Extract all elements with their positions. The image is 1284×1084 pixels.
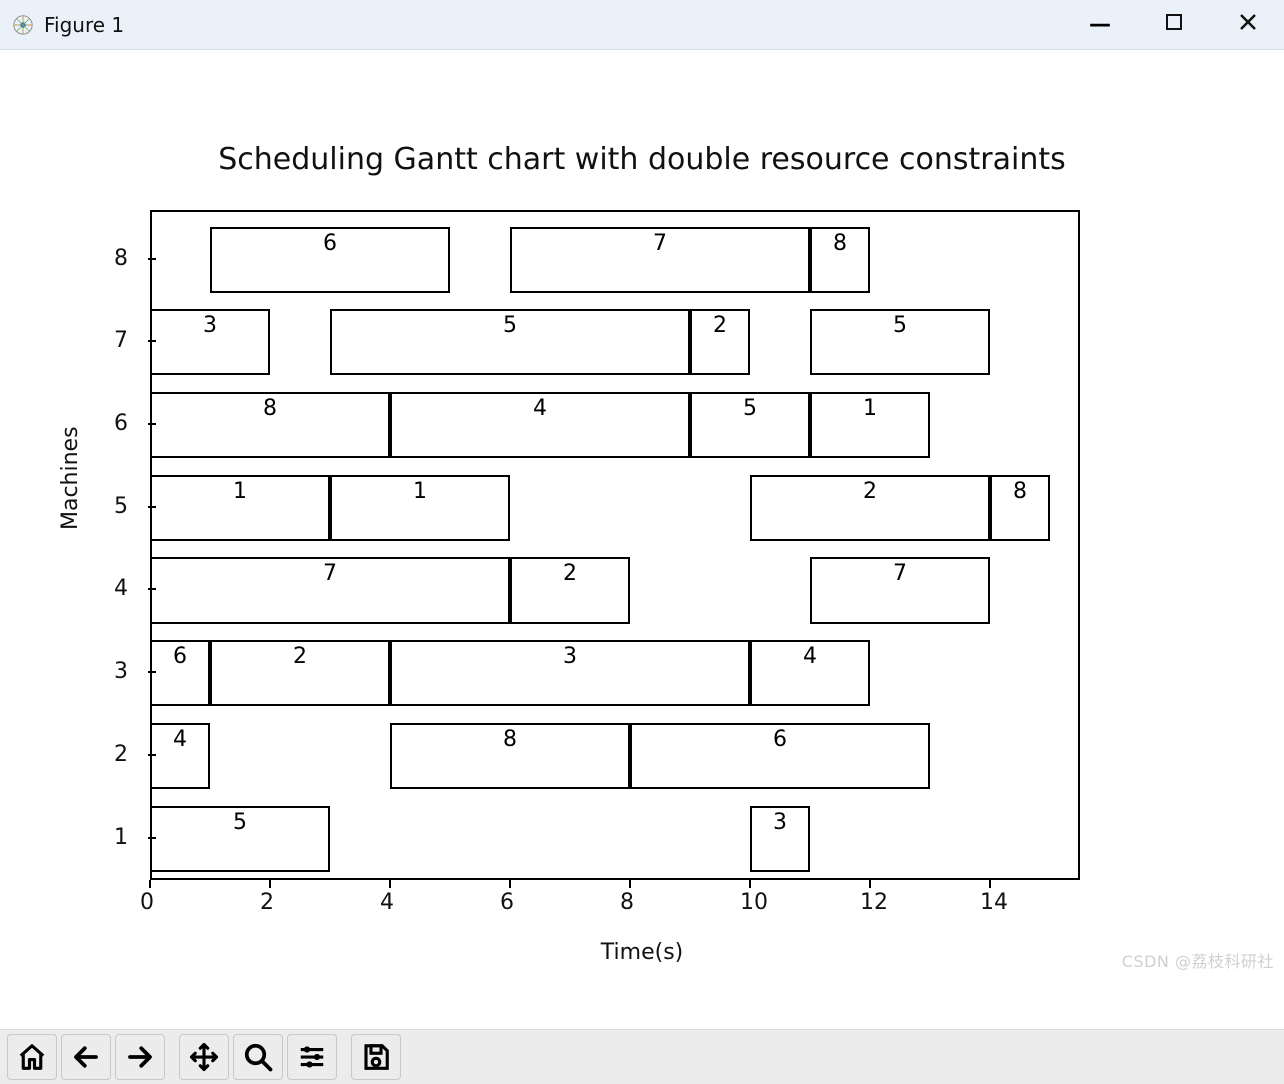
- arrow-left-icon: [71, 1042, 101, 1072]
- y-tick: 3: [114, 659, 128, 684]
- task-label: 1: [233, 479, 247, 504]
- task-label: 5: [743, 396, 757, 421]
- gantt-task: 4: [390, 392, 690, 458]
- task-label: 4: [533, 396, 547, 421]
- task-label: 1: [413, 479, 427, 504]
- window-titlebar: Figure 1 —: [0, 0, 1284, 50]
- task-label: 7: [893, 561, 907, 586]
- x-tick: 10: [740, 890, 768, 915]
- home-icon: [17, 1042, 47, 1072]
- gantt-task: 5: [690, 392, 810, 458]
- task-label: 8: [503, 727, 517, 752]
- gantt-task: 7: [150, 557, 510, 623]
- gantt-task: 3: [150, 309, 270, 375]
- gantt-task: 2: [210, 640, 390, 706]
- task-label: 7: [653, 231, 667, 256]
- task-label: 2: [713, 313, 727, 338]
- x-tick: 4: [380, 890, 394, 915]
- y-tick: 2: [114, 742, 128, 767]
- gantt-task: 5: [150, 806, 330, 872]
- zoom-icon: [243, 1042, 273, 1072]
- y-tick: 6: [114, 411, 128, 436]
- y-tick: 7: [114, 328, 128, 353]
- zoom-button[interactable]: [233, 1034, 283, 1080]
- task-label: 5: [233, 810, 247, 835]
- gantt-task: 1: [330, 475, 510, 541]
- x-axis-label: Time(s): [0, 940, 1284, 965]
- app-icon: [12, 14, 34, 36]
- gantt-task: 7: [510, 227, 810, 293]
- task-label: 2: [863, 479, 877, 504]
- y-tick: 5: [114, 494, 128, 519]
- move-icon: [189, 1042, 219, 1072]
- y-tick: 1: [114, 825, 128, 850]
- task-label: 4: [803, 644, 817, 669]
- gantt-task: 6: [150, 640, 210, 706]
- gantt-task: 2: [690, 309, 750, 375]
- close-button[interactable]: [1234, 12, 1262, 37]
- save-button[interactable]: [351, 1034, 401, 1080]
- gantt-task: 4: [750, 640, 870, 706]
- task-label: 8: [833, 231, 847, 256]
- task-label: 8: [263, 396, 277, 421]
- forward-button[interactable]: [115, 1034, 165, 1080]
- back-button[interactable]: [61, 1034, 111, 1080]
- gantt-task: 2: [510, 557, 630, 623]
- task-label: 3: [203, 313, 217, 338]
- save-icon: [361, 1042, 391, 1072]
- maximize-button[interactable]: [1160, 12, 1188, 37]
- task-label: 5: [893, 313, 907, 338]
- task-label: 3: [563, 644, 577, 669]
- gantt-task: 3: [390, 640, 750, 706]
- task-label: 8: [1013, 479, 1027, 504]
- task-label: 1: [863, 396, 877, 421]
- window-title: Figure 1: [44, 13, 124, 37]
- gantt-task: 5: [330, 309, 690, 375]
- x-tick: 8: [620, 890, 634, 915]
- gantt-task: 8: [390, 723, 630, 789]
- minimize-button[interactable]: —: [1086, 12, 1114, 37]
- gantt-task: 6: [210, 227, 450, 293]
- task-label: 2: [563, 561, 577, 586]
- task-label: 5: [503, 313, 517, 338]
- task-label: 6: [323, 231, 337, 256]
- home-button[interactable]: [7, 1034, 57, 1080]
- task-label: 6: [773, 727, 787, 752]
- gantt-task: 4: [150, 723, 210, 789]
- x-tick: 14: [980, 890, 1008, 915]
- gantt-task: 7: [810, 557, 990, 623]
- y-tick: 4: [114, 576, 128, 601]
- gantt-task: 8: [150, 392, 390, 458]
- task-label: 4: [173, 727, 187, 752]
- y-tick: 8: [114, 246, 128, 271]
- x-tick: 12: [860, 890, 888, 915]
- x-tick: 0: [140, 890, 154, 915]
- gantt-task: 5: [810, 309, 990, 375]
- task-label: 6: [173, 644, 187, 669]
- gantt-task: 1: [150, 475, 330, 541]
- sliders-icon: [297, 1042, 327, 1072]
- task-label: 3: [773, 810, 787, 835]
- task-label: 7: [323, 561, 337, 586]
- window-controls: —: [1086, 12, 1272, 37]
- configure-button[interactable]: [287, 1034, 337, 1080]
- chart-title: Scheduling Gantt chart with double resou…: [0, 142, 1284, 177]
- gantt-task: 6: [630, 723, 930, 789]
- pan-button[interactable]: [179, 1034, 229, 1080]
- figure-canvas: Scheduling Gantt chart with double resou…: [0, 50, 1284, 1030]
- matplotlib-toolbar: [0, 1029, 1284, 1084]
- task-label: 2: [293, 644, 307, 669]
- x-tick: 6: [500, 890, 514, 915]
- gantt-task: 8: [810, 227, 870, 293]
- gantt-task: 3: [750, 806, 810, 872]
- y-axis-label: Machines: [58, 426, 83, 530]
- arrow-right-icon: [125, 1042, 155, 1072]
- gantt-task: 2: [750, 475, 990, 541]
- x-tick: 2: [260, 890, 274, 915]
- gantt-task: 1: [810, 392, 930, 458]
- gantt-task: 8: [990, 475, 1050, 541]
- watermark-text: CSDN @荔枝科研社: [1122, 948, 1274, 972]
